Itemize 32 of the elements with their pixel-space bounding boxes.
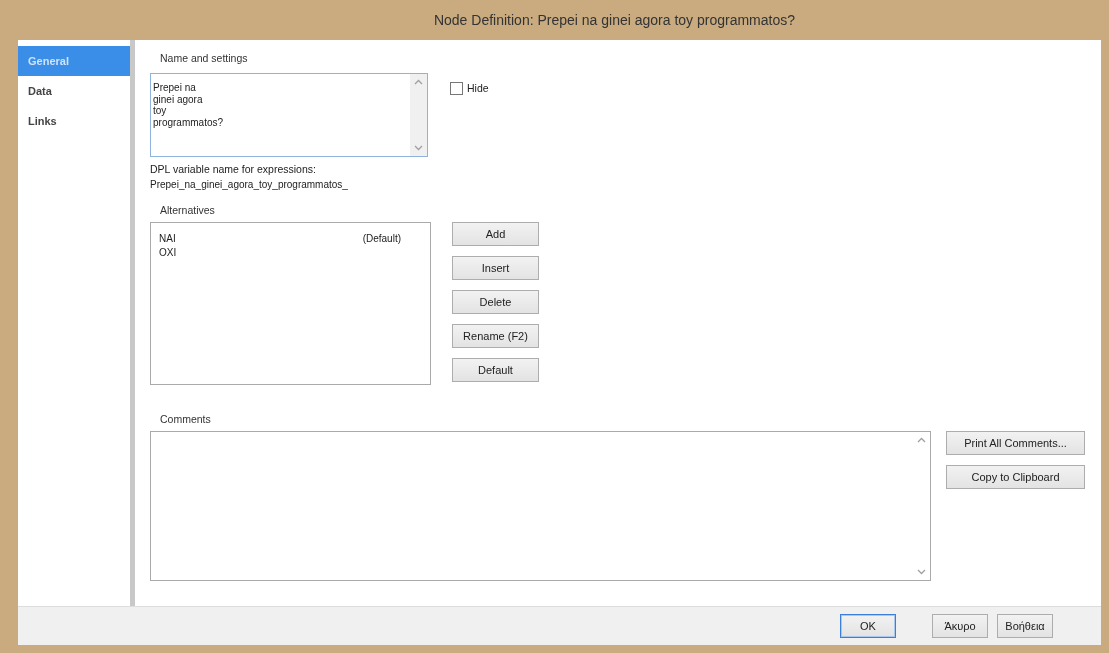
window-title: Node Definition: Prepei na ginei agora toy programmatos? xyxy=(432,11,797,30)
list-item[interactable]: NAI xyxy=(159,233,176,247)
action-button[interactable]: Delete xyxy=(452,290,539,314)
default-tag: (Default) xyxy=(362,233,401,247)
action-button[interactable]: Copy to Clipboard xyxy=(946,465,1085,489)
action-button[interactable]: Insert xyxy=(452,256,539,280)
name-field[interactable]: Prepei na ginei agora toy programmatos? xyxy=(150,73,428,157)
section-heading: Alternatives xyxy=(159,204,216,216)
comments-field[interactable] xyxy=(150,431,931,581)
action-button[interactable]: Add xyxy=(452,222,539,246)
dialog-button[interactable]: Άκυρο xyxy=(932,614,988,638)
scroll-up-icon[interactable] xyxy=(414,79,423,85)
checkbox[interactable] xyxy=(450,81,463,95)
variable-label: DPL variable name for expressions: xyxy=(150,163,317,175)
action-button[interactable]: Print All Comments... xyxy=(946,431,1085,455)
list-item[interactable]: OXI xyxy=(159,247,177,261)
scroll-up-icon[interactable] xyxy=(917,437,926,443)
scroll-down-icon[interactable] xyxy=(414,145,423,151)
action-button[interactable]: Rename (F2) xyxy=(452,324,539,348)
section-heading: Name and settings xyxy=(159,52,249,64)
dialog-button[interactable]: OK xyxy=(840,614,896,638)
alternatives-list[interactable]: NAI (Default) OXI xyxy=(150,222,431,385)
scroll-down-icon[interactable] xyxy=(917,569,926,575)
sidebar-item[interactable]: Links xyxy=(18,106,130,136)
variable-name: Prepei_na_ginei_agora_toy_programmatos_ xyxy=(150,179,349,190)
checkbox-label: Hide xyxy=(467,82,489,94)
action-button[interactable]: Default xyxy=(452,358,539,382)
section-heading: Comments xyxy=(159,413,212,425)
scroll-bar[interactable] xyxy=(410,74,427,156)
field-text: Prepei na ginei agora toy programmatos? xyxy=(152,81,225,130)
dialog-button[interactable]: Βοήθεια xyxy=(997,614,1053,638)
sidebar-item[interactable]: Data xyxy=(18,76,130,106)
